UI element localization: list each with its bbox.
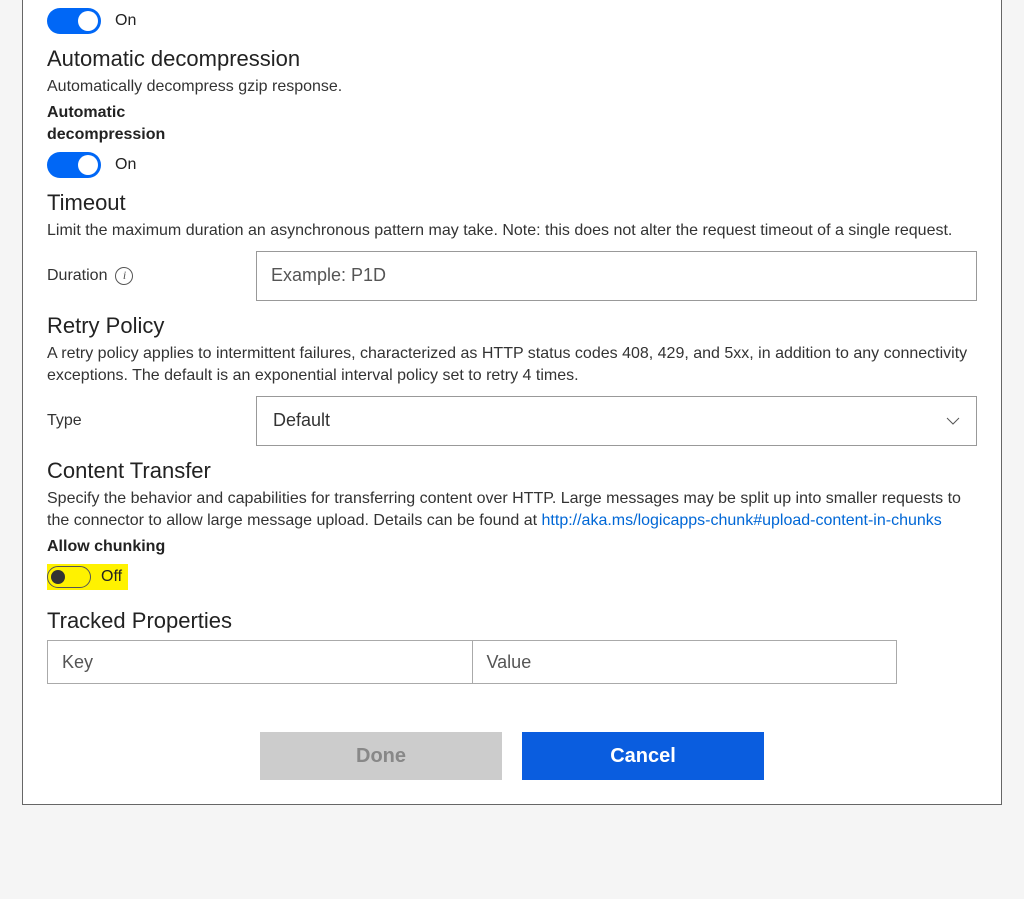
- retry-type-value: Default: [273, 410, 330, 431]
- done-button[interactable]: Done: [260, 732, 502, 780]
- duration-label-text: Duration: [47, 267, 107, 285]
- top-toggle-label: On: [115, 12, 136, 30]
- auto-decompression-toggle-row: On: [47, 152, 977, 178]
- tracked-value-cell[interactable]: Value: [473, 640, 898, 684]
- button-row: Done Cancel: [47, 732, 977, 780]
- toggle-knob: [78, 155, 98, 175]
- tracked-key-header: Key: [62, 652, 93, 673]
- retry-type-row: Type Default: [47, 396, 977, 446]
- content-transfer-section: Content Transfer Specify the behavior an…: [47, 458, 977, 591]
- content-transfer-title: Content Transfer: [47, 458, 977, 484]
- tracked-key-cell[interactable]: Key: [47, 640, 473, 684]
- auto-decompression-title: Automatic decompression: [47, 46, 977, 72]
- retry-section: Retry Policy A retry policy applies to i…: [47, 313, 977, 446]
- allow-chunking-label: Allow chunking: [47, 538, 977, 556]
- top-toggle-row: On: [47, 8, 977, 34]
- allow-chunking-state: Off: [101, 568, 122, 586]
- info-icon[interactable]: i: [115, 267, 133, 285]
- allow-chunking-toggle-row: Off: [47, 564, 977, 590]
- timeout-section: Timeout Limit the maximum duration an as…: [47, 190, 977, 300]
- auto-decompression-toggle[interactable]: [47, 152, 101, 178]
- timeout-desc: Limit the maximum duration an asynchrono…: [47, 220, 977, 242]
- auto-decompression-sub2: decompression: [47, 126, 977, 144]
- content-transfer-desc: Specify the behavior and capabilities fo…: [47, 488, 977, 533]
- allow-chunking-toggle[interactable]: [47, 566, 91, 588]
- tracked-properties-table: Key Value: [47, 640, 897, 684]
- duration-input[interactable]: [256, 251, 977, 301]
- auto-decompression-sub1: Automatic: [47, 104, 977, 122]
- retry-type-label: Type: [47, 412, 242, 430]
- allow-chunking-highlight: Off: [47, 564, 128, 590]
- tracked-value-header: Value: [487, 652, 532, 673]
- timeout-title: Timeout: [47, 190, 977, 216]
- retry-type-label-text: Type: [47, 412, 82, 430]
- toggle-knob: [51, 570, 65, 584]
- settings-panel: On Automatic decompression Automatically…: [22, 0, 1002, 805]
- retry-desc: A retry policy applies to intermittent f…: [47, 343, 977, 388]
- top-toggle[interactable]: [47, 8, 101, 34]
- auto-decompression-desc: Automatically decompress gzip response.: [47, 76, 977, 98]
- duration-row: Duration i: [47, 251, 977, 301]
- tracked-properties-title: Tracked Properties: [47, 608, 977, 634]
- cancel-button[interactable]: Cancel: [522, 732, 764, 780]
- retry-title: Retry Policy: [47, 313, 977, 339]
- toggle-knob: [78, 11, 98, 31]
- chevron-down-icon: [946, 414, 960, 428]
- auto-decompression-toggle-label: On: [115, 156, 136, 174]
- duration-label: Duration i: [47, 267, 242, 285]
- retry-type-select[interactable]: Default: [256, 396, 977, 446]
- auto-decompression-section: Automatic decompression Automatically de…: [47, 46, 977, 178]
- content-transfer-link[interactable]: http://aka.ms/logicapps-chunk#upload-con…: [542, 512, 942, 529]
